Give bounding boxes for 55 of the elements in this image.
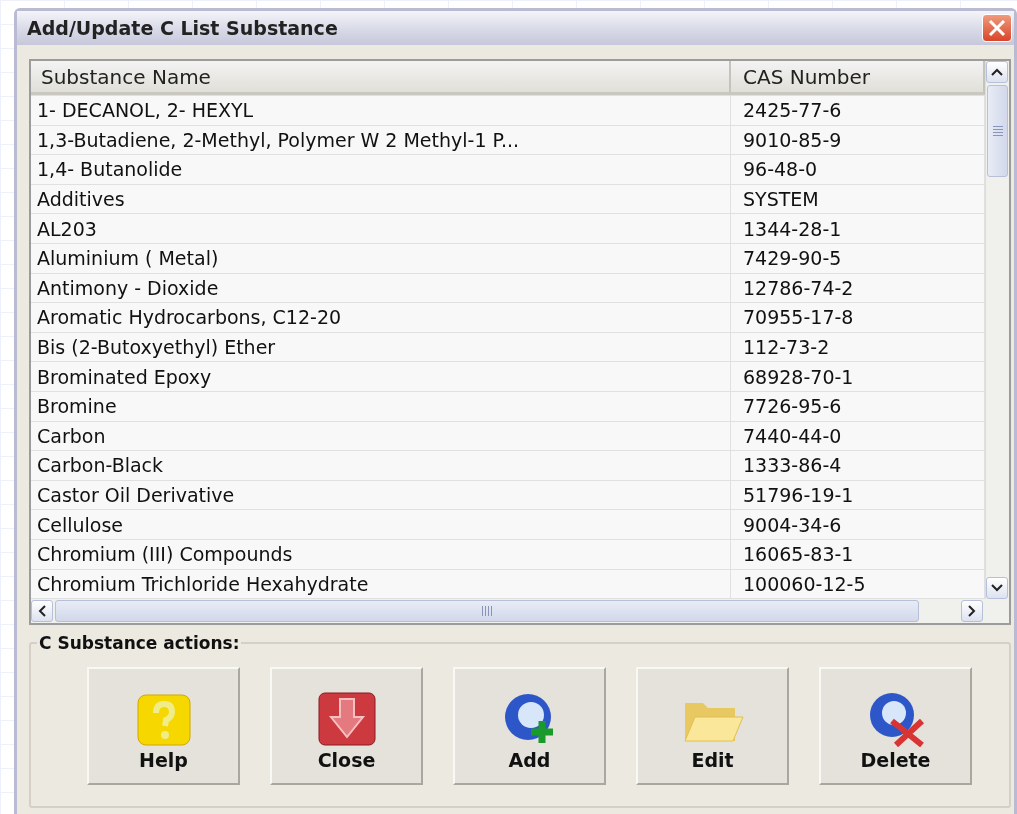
action-button[interactable]: Delete [819, 667, 972, 786]
table-cell: Castor Oil Derivative [31, 480, 731, 510]
scroll-thumb[interactable] [55, 600, 919, 623]
table-cell: Carbon-Black [31, 451, 731, 480]
table-cell: AL203 [31, 214, 731, 243]
table-cell: Carbon [31, 421, 731, 451]
table-cell: Aluminium ( Metal) [31, 243, 731, 273]
table-row[interactable]: Carbon 7440-44-0 [31, 421, 985, 452]
table-row[interactable]: Antimony - Dioxide 12786-74-2 [31, 273, 985, 304]
action-button[interactable]: Help [87, 667, 240, 786]
table-row[interactable]: Carbon-Black 1333-86-4 [31, 451, 985, 481]
table-row[interactable]: 1- DECANOL, 2- HEXYL 2425-77-6 [31, 96, 985, 126]
table-cell: Bis (2-Butoxyethyl) Ether [31, 332, 731, 362]
table-cell: 1,3-Butadiene, 2-Methyl, Polymer W 2 Methyl-1 P... [31, 125, 731, 155]
table-row[interactable]: Bromine 7726-95-6 [31, 391, 985, 422]
scroll-up-button[interactable] [986, 61, 1008, 83]
table-cell: Brominated Epoxy [31, 362, 731, 391]
table-row[interactable]: AL203 1344-28-1 [31, 214, 985, 244]
table-row[interactable]: Castor Oil Derivative 51796-19-1 [31, 480, 985, 511]
table-cell: Chromium Trichloride Hexahydrate [31, 569, 731, 599]
table-cell: Antimony - Dioxide [31, 273, 731, 303]
group-title: C Substance actions: [38, 633, 241, 654]
grip-icon [481, 606, 493, 617]
table-row[interactable]: Bis (2-Butoxyethyl) Ether 112-73-2 [31, 332, 985, 363]
scroll-thumb[interactable] [987, 85, 1008, 177]
table-row[interactable]: 1,3-Butadiene, 2-Methyl, Polymer W 2 Methyl-1 P... 9010-85-9 [31, 125, 985, 156]
table-cell: Aromatic Hydrocarbons, C12-20 [31, 303, 731, 332]
scroll-down-button[interactable] [986, 577, 1008, 600]
help-icon [135, 693, 192, 748]
close-icon [988, 19, 1006, 37]
table-cell: 1,4- Butanolide [31, 155, 731, 184]
table-cell: 1- DECANOL, 2- HEXYL [31, 96, 731, 125]
action-button[interactable]: Close [270, 667, 423, 786]
close-button[interactable] [982, 14, 1012, 42]
table-cell: Cellulose [31, 510, 731, 539]
column-header[interactable]: CAS Number [731, 61, 985, 95]
vertical-scrollbar[interactable] [985, 61, 1009, 600]
table-row[interactable]: Additives SYSTEM [31, 184, 985, 215]
scroll-left-button[interactable] [31, 600, 53, 623]
grip-icon [992, 126, 1003, 136]
table-cell: Additives [31, 184, 731, 214]
scroll-right-button[interactable] [961, 600, 983, 623]
column-header[interactable]: Substance Name [31, 61, 731, 95]
table-cell: Chromium (III) Compounds [31, 539, 731, 569]
table-row[interactable]: Brominated Epoxy 68928-70-1 [31, 362, 985, 392]
table-row[interactable]: 1,4- Butanolide 96-48-0 [31, 155, 985, 185]
table-row[interactable]: Cellulose 9004-34-6 [31, 510, 985, 540]
action-button[interactable]: Add [453, 667, 606, 786]
table-row[interactable]: Aluminium ( Metal) 7429-90-5 [31, 243, 985, 274]
table-row[interactable]: Chromium (III) Compounds 16065-83-1 [31, 539, 985, 570]
table-row[interactable]: Aromatic Hydrocarbons, C12-20 70955-17-8 [31, 303, 985, 333]
window-title: Add/Update C List Substance [27, 17, 338, 39]
horizontal-scrollbar[interactable] [31, 599, 1009, 624]
action-button[interactable]: Edit [636, 667, 789, 786]
table-cell: Bromine [31, 391, 731, 421]
